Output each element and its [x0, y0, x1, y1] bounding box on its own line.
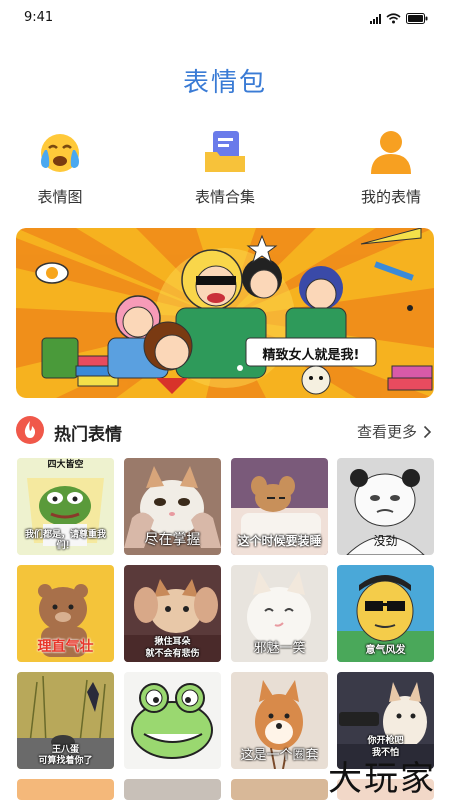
category-emoji-collection[interactable]: 表情合集 [170, 128, 280, 207]
hot-section-header: 热门表情 查看更多 [16, 414, 434, 448]
sticker-caption: 王八蛋 [51, 745, 79, 755]
category-label: 表情图 [37, 188, 83, 206]
category-my-emoji[interactable]: 我的表情 [336, 128, 446, 207]
sticker-item[interactable]: 四大皆空 我们都是，请尊重我们！ [17, 458, 114, 555]
sticker-caption-secondary: 就不会有悲伤 [145, 649, 200, 659]
sticker-item[interactable] [124, 779, 221, 800]
sticker-item[interactable]: 这是一个圈套 [231, 672, 328, 769]
banner-illustration [16, 228, 434, 398]
sticker-item[interactable]: 没劲 [337, 458, 434, 555]
sticker-image [231, 779, 328, 800]
sticker-caption: 这个时候要装睡 [237, 534, 322, 548]
chevron-right-icon [423, 425, 432, 438]
sticker-item[interactable]: 理直气壮 [17, 565, 114, 662]
sticker-caption: 四大皆空 [47, 460, 84, 470]
category-emoji-images[interactable]: 表情图 [5, 128, 115, 207]
sticker-caption: 邪魅一笑 [253, 641, 306, 656]
sticker-caption: 理直气壮 [37, 639, 94, 655]
status-icons [370, 13, 428, 24]
user-profile-icon [367, 128, 415, 176]
signal-icon [370, 13, 381, 24]
crying-face-icon [36, 128, 84, 176]
sticker-item[interactable]: 揪住耳朵 就不会有悲伤 [124, 565, 221, 662]
sticker-item[interactable]: 意气风发 [337, 565, 434, 662]
sticker-caption: 尽在掌握 [144, 532, 201, 548]
sticker-item[interactable] [231, 779, 328, 800]
sticker-item[interactable] [124, 672, 221, 769]
wifi-icon [386, 13, 401, 24]
battery-icon [406, 13, 428, 24]
sticker-caption: 你开枪吧 [367, 736, 404, 746]
category-label: 表情合集 [194, 188, 255, 206]
sticker-item[interactable]: 这个时候要装睡 [231, 458, 328, 555]
watermark-text: 大玩家 [328, 759, 436, 799]
status-bar: 9:41 [0, 0, 450, 40]
page-title: 表情包 [182, 68, 267, 98]
croc-sticker-image [124, 672, 221, 769]
sticker-caption-secondary: 我们都是，请尊重我们！ [24, 530, 106, 551]
sticker-image [124, 779, 221, 800]
folder-collection-icon [201, 128, 249, 176]
sticker-image [17, 779, 114, 800]
section-title: 热门表情 [54, 425, 122, 445]
sticker-caption-secondary: 可算找着你了 [38, 756, 93, 766]
sticker-caption: 揪住耳朵 [154, 637, 191, 647]
sticker-item[interactable]: 邪魅一笑 [231, 565, 328, 662]
sticker-item[interactable] [17, 779, 114, 800]
category-label: 我的表情 [360, 188, 421, 206]
sticker-item[interactable]: 王八蛋 可算找着你了 [17, 672, 114, 769]
view-more-label: 查看更多 [356, 423, 417, 441]
fire-icon [16, 416, 44, 444]
view-more-link[interactable]: 查看更多 [357, 421, 432, 442]
sticker-caption: 这是一个圈套 [240, 748, 319, 763]
banner-caption: 精致女人就是我! [262, 348, 360, 363]
category-bar: 表情图 表情合集 我的表情 [0, 128, 450, 208]
sticker-caption: 没劲 [373, 534, 398, 548]
status-time: 9:41 [24, 10, 54, 25]
sticker-caption: 意气风发 [365, 645, 406, 656]
promo-banner[interactable]: 精致女人就是我! [16, 228, 434, 398]
sticker-item[interactable]: 尽在掌握 [124, 458, 221, 555]
